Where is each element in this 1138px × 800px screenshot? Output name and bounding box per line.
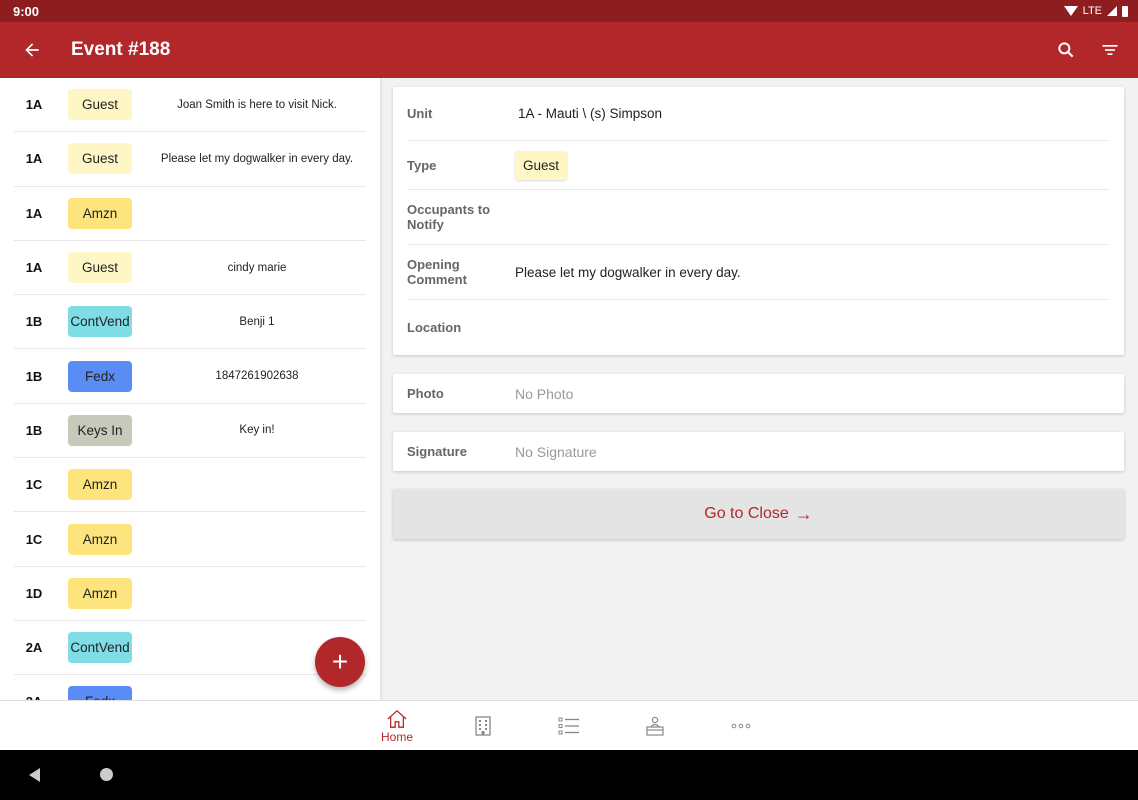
event-unit: 2A	[25, 640, 43, 656]
event-unit: 1D	[25, 585, 43, 601]
bottom-navigation: Home	[0, 700, 1138, 750]
event-type-chip: Guest	[68, 89, 132, 121]
nav-front-desk[interactable]	[625, 701, 685, 751]
location-row: Location	[407, 300, 1109, 355]
event-unit: 1A	[25, 205, 43, 221]
type-label: Type	[407, 157, 437, 173]
unit-label: Unit	[407, 106, 433, 121]
network-type: LTE	[1082, 5, 1102, 17]
signal-icon	[1107, 6, 1117, 16]
event-row[interactable]: 1A Amzn	[14, 187, 366, 241]
event-row[interactable]: 1A Guest Please let my dogwalker in ever…	[14, 132, 366, 187]
event-type-chip: Amzn	[68, 469, 132, 501]
event-row[interactable]: 1A Guest Joan Smith is here to visit Nic…	[14, 78, 366, 133]
arrow-left-icon	[25, 43, 39, 57]
signature-card[interactable]: Signature No Signature	[393, 432, 1124, 471]
status-time: 9:00	[13, 3, 40, 19]
signature-label: Signature	[407, 444, 467, 459]
event-row[interactable]: 2A ContVend	[14, 621, 366, 676]
comment-value: Please let my dogwalker in every day.	[515, 264, 741, 280]
add-event-button[interactable]: +	[315, 637, 365, 687]
event-type-chip: Amzn	[68, 197, 132, 229]
app-bar: Event #188	[0, 22, 1138, 78]
event-unit: 1A	[25, 97, 43, 113]
event-row[interactable]: 1A Guest cindy marie	[14, 241, 366, 296]
event-type-chip: Keys In	[68, 414, 132, 446]
photo-placeholder: No Photo	[515, 385, 574, 402]
event-note: 1847261902638	[215, 370, 299, 383]
event-detail-card: Unit 1A - Mauti \ (s) Simpson Type Guest…	[393, 87, 1124, 355]
unit-row: Unit 1A - Mauti \ (s) Simpson	[407, 87, 1109, 141]
event-note: Benji 1	[239, 315, 275, 328]
event-unit: 1B	[25, 314, 43, 330]
status-bar: 9:00 LTE	[0, 0, 1138, 22]
event-type-chip: Guest	[68, 252, 132, 284]
event-type-chip: ContVend	[68, 632, 132, 664]
event-note: Please let my dogwalker in every day.	[160, 152, 354, 165]
page-title: Event #188	[71, 39, 171, 60]
filter-icon	[1102, 45, 1118, 55]
nav-home-label: Home	[380, 729, 413, 744]
event-list[interactable]: 1A Guest Joan Smith is here to visit Nic…	[0, 78, 380, 700]
event-row[interactable]: 1D Amzn	[14, 567, 366, 621]
event-unit: 1B	[25, 368, 43, 384]
event-type-chip: Amzn	[68, 523, 132, 555]
battery-icon	[1122, 5, 1128, 17]
event-row[interactable]: 1B Fedx 1847261902638	[14, 349, 366, 404]
photo-card[interactable]: Photo No Photo	[393, 374, 1124, 413]
event-unit: 1A	[25, 151, 43, 167]
type-value-chip: Guest	[515, 150, 568, 180]
go-to-close-button[interactable]: Go to Close →	[393, 489, 1124, 539]
system-navigation-bar	[0, 750, 1138, 800]
nav-more[interactable]	[711, 701, 771, 751]
event-row[interactable]: 1C Amzn	[14, 458, 366, 513]
nav-building[interactable]	[453, 701, 513, 751]
event-unit: 1C	[25, 531, 43, 547]
occupants-label: Occupants to Notify	[407, 202, 491, 232]
list-icon	[558, 717, 579, 735]
nav-home[interactable]: Home	[367, 701, 427, 751]
plus-icon: +	[331, 646, 349, 677]
occupants-row: Occupants to Notify	[407, 190, 1109, 245]
event-note: cindy marie	[227, 261, 287, 274]
event-type-chip: Amzn	[68, 577, 132, 609]
go-to-close-label: Go to Close	[704, 505, 789, 522]
home-icon	[387, 709, 407, 728]
event-row[interactable]: 1B Keys In Key in!	[14, 404, 366, 459]
location-label: Location	[407, 320, 462, 335]
photo-label: Photo	[407, 386, 444, 401]
system-home-icon[interactable]	[100, 768, 113, 781]
desk-person-icon	[646, 716, 664, 736]
status-icons: LTE	[1063, 5, 1128, 17]
event-row[interactable]: 1B ContVend Benji 1	[14, 295, 366, 350]
system-back-icon[interactable]	[29, 768, 40, 782]
event-type-chip: ContVend	[68, 306, 132, 338]
event-note: Joan Smith is here to visit Nick.	[177, 98, 337, 111]
event-unit: 1C	[25, 477, 43, 493]
event-unit: 1B	[25, 422, 43, 438]
event-unit: 1A	[25, 260, 43, 276]
search-icon	[1058, 42, 1074, 58]
event-type-chip: Fedx	[68, 686, 132, 700]
filter-button[interactable]	[1088, 22, 1132, 78]
event-note: Key in!	[239, 424, 275, 437]
event-row[interactable]: 1C Amzn	[14, 512, 366, 567]
event-row[interactable]: 2A Fedx	[14, 675, 366, 700]
building-icon	[475, 716, 491, 736]
event-type-chip: Fedx	[68, 360, 132, 392]
more-icon	[731, 723, 751, 729]
comment-row: Opening Comment Please let my dogwalker …	[407, 245, 1109, 300]
event-type-chip: Guest	[68, 143, 132, 175]
search-button[interactable]	[1044, 22, 1088, 78]
type-row: Type Guest	[407, 141, 1109, 190]
nav-list[interactable]	[539, 701, 599, 751]
back-button[interactable]	[0, 22, 64, 78]
comment-label: Opening Comment	[407, 257, 467, 287]
wifi-icon	[1063, 6, 1078, 16]
unit-value: 1A - Mauti \ (s) Simpson	[518, 106, 663, 121]
signature-placeholder: No Signature	[515, 443, 597, 460]
arrow-right-icon: →	[794, 503, 813, 524]
